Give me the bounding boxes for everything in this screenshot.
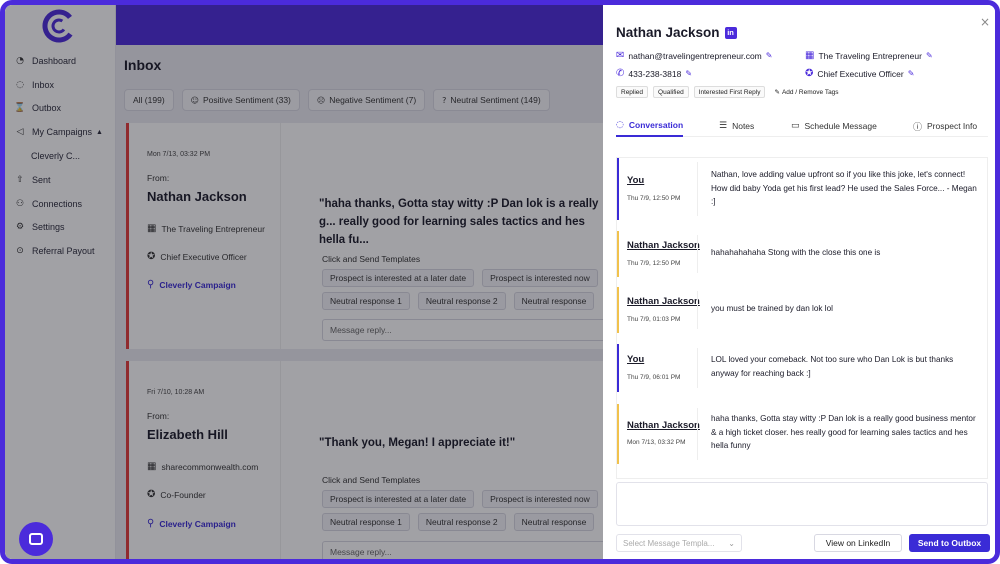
prospect-email: ✉ nathan@travelingentrepreneur.com ✎ (616, 50, 772, 61)
message-text: haha thanks, Gotta stay witty :P Dan lok… (711, 414, 976, 450)
mail-icon: ✉ (616, 50, 625, 61)
select-placeholder: Select Message Templa... (623, 538, 715, 548)
message-timestamp: Thu 7/9, 12:50 PM (627, 195, 681, 202)
divider (697, 408, 698, 460)
message-author: Nathan Jackson (627, 240, 700, 251)
phone-icon: ✆ (616, 68, 625, 79)
message-text: Nathan, love adding value upfront so if … (711, 170, 977, 206)
tab-label: Conversation (628, 120, 684, 130)
message-timestamp: Mon 7/13, 03:32 PM (627, 439, 686, 446)
chat-icon: ◌ (616, 120, 624, 130)
prospect-drawer: × Nathan Jackson in ✉ nathan@travelingent… (603, 5, 995, 559)
job-title-text: Chief Executive Officer (817, 68, 904, 79)
company-text: The Traveling Entrepreneur (818, 50, 922, 61)
phone-text: 433-238-3818 (628, 68, 682, 79)
message-timestamp: Thu 7/9, 01:03 PM (627, 316, 681, 323)
badge-icon: ✪ (805, 68, 814, 79)
message-timestamp: Thu 7/9, 06:01 PM (627, 374, 681, 381)
message-author: Nathan Jackson (627, 296, 700, 307)
message-item: Nathan Jackson Thu 7/9, 01:03 PM you mus… (617, 287, 987, 333)
close-icon[interactable]: × (980, 15, 990, 29)
prospect-job-title: ✪ Chief Executive Officer ✎ (805, 68, 914, 79)
message-text: hahahahahaha Stong with the close this o… (711, 248, 881, 257)
tag: Replied (616, 86, 649, 98)
prospect-tags: Replied Qualified Interested First Reply… (616, 86, 843, 98)
divider (697, 235, 698, 273)
drawer-actions: Select Message Templa... ⌄ View on Linked… (616, 534, 990, 552)
prospect-phone: ✆ 433-238-3818 ✎ (616, 68, 692, 79)
tab-label: Schedule Message (804, 121, 877, 131)
chat-bubble-icon (29, 533, 43, 545)
divider (697, 162, 698, 216)
edit-pencil-icon[interactable]: ✎ (908, 69, 915, 78)
drawer-tabs: ◌ Conversation ☰ Notes ▭ Schedule Message ⓘ… (616, 115, 988, 137)
tab-notes[interactable]: ☰ Notes (719, 115, 754, 137)
notes-icon: ☰ (719, 121, 728, 131)
divider (697, 348, 698, 388)
info-icon: ⓘ (913, 122, 923, 133)
building-icon: ▦ (805, 50, 815, 61)
divider (697, 291, 698, 329)
app-window: ◔ Dashboard ◌ Inbox ⌛ Outbox ◁ My Campaigns ▲… (0, 0, 1000, 564)
message-author: You (627, 175, 645, 186)
message-item: Nathan Jackson Thu 7/9, 12:50 PM hahahah… (617, 231, 987, 277)
add-tags-label: Add / Remove Tags (781, 88, 839, 96)
message-item: Nathan Jackson Mon 7/13, 03:32 PM haha t… (617, 404, 987, 464)
tab-conversation[interactable]: ◌ Conversation (616, 115, 684, 137)
message-author: You (627, 354, 645, 365)
tab-label: Notes (732, 121, 755, 131)
tag: Interested First Reply (693, 86, 766, 98)
message-item: You Thu 7/9, 06:01 PM LOL loved your com… (617, 344, 987, 392)
chevron-down-icon: ⌄ (728, 538, 735, 548)
view-on-linkedin-button[interactable]: View on LinkedIn (814, 534, 902, 552)
tab-label: Prospect Info (927, 121, 978, 131)
tab-schedule-message[interactable]: ▭ Schedule Message (791, 115, 877, 137)
email-text: nathan@travelingentrepreneur.com (628, 50, 762, 61)
message-item: You Thu 7/9, 12:50 PM Nathan, love addin… (617, 158, 987, 220)
conversation-thread[interactable]: You Thu 7/9, 12:50 PM Nathan, love addin… (616, 157, 988, 479)
prospect-company: ▦ The Traveling Entrepreneur ✎ (805, 50, 933, 61)
modal-backdrop[interactable] (5, 5, 603, 559)
message-text: LOL loved your comeback. Not too sure wh… (711, 355, 954, 378)
message-template-select[interactable]: Select Message Templa... ⌄ (616, 534, 742, 552)
message-author: Nathan Jackson (627, 420, 700, 431)
chat-launcher-button[interactable] (19, 522, 53, 556)
edit-pencil-icon[interactable]: ✎ (926, 51, 933, 60)
message-timestamp: Thu 7/9, 12:50 PM (627, 260, 681, 267)
message-composer[interactable] (616, 482, 988, 526)
edit-pencil-icon: ✎ (774, 88, 780, 96)
edit-pencil-icon[interactable]: ✎ (685, 69, 692, 78)
prospect-name-text: Nathan Jackson (616, 25, 720, 40)
add-remove-tags-button[interactable]: ✎ Add / Remove Tags (770, 86, 842, 98)
message-text: you must be trained by dan lok lol (711, 304, 833, 313)
prospect-name: Nathan Jackson in (616, 25, 737, 40)
send-to-outbox-button[interactable]: Send to Outbox (909, 534, 990, 552)
calendar-icon: ▭ (791, 121, 800, 131)
linkedin-icon[interactable]: in (724, 26, 737, 39)
tab-prospect-info[interactable]: ⓘ Prospect Info (913, 115, 977, 137)
tag: Qualified (653, 86, 689, 98)
edit-pencil-icon[interactable]: ✎ (766, 51, 773, 60)
